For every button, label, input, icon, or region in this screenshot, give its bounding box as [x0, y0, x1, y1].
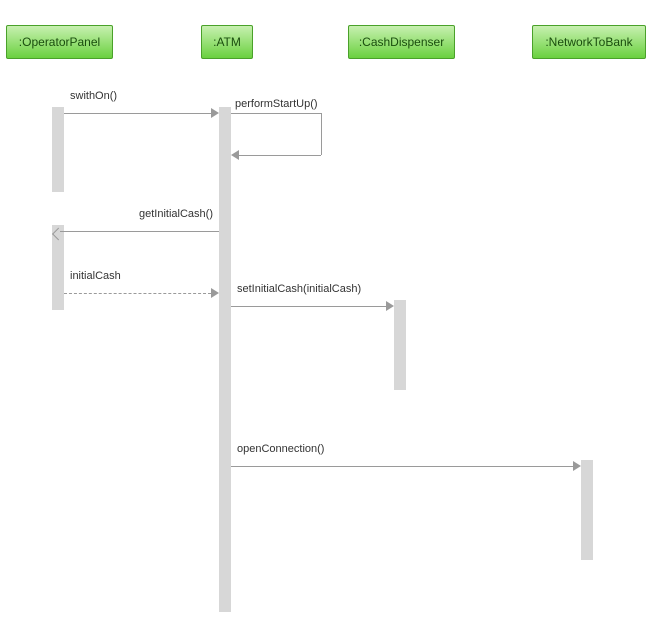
message-openconnection: openConnection() [231, 458, 581, 476]
arrow-right-icon [211, 288, 219, 298]
message-label: getInitialCash() [139, 208, 213, 220]
message-label: performStartUp() [235, 98, 318, 110]
message-line [64, 113, 211, 114]
lifeline-atm: :ATM [201, 25, 253, 59]
lifeline-cashdispenser: :CashDispenser [348, 25, 455, 59]
message-switchon: swithOn() [64, 105, 219, 123]
activation-networktobank [581, 460, 593, 560]
activation-operator-1 [52, 107, 64, 192]
lifeline-label: :OperatorPanel [19, 35, 100, 49]
message-setinitialcash: setInitialCash(initialCash) [231, 298, 394, 316]
lifeline-networktobank: :NetworkToBank [532, 25, 646, 59]
self-line-bottom [239, 155, 321, 156]
message-label: openConnection() [237, 443, 324, 455]
message-initialcash-return: initialCash [64, 285, 219, 303]
activation-atm-main [219, 107, 231, 612]
lifeline-label: :CashDispenser [359, 35, 444, 49]
message-label: setInitialCash(initialCash) [237, 283, 361, 295]
lifeline-operatorpanel: :OperatorPanel [6, 25, 113, 59]
self-line-top [231, 113, 321, 114]
message-line [231, 306, 386, 307]
self-line-right [321, 113, 322, 155]
message-line-dashed [64, 293, 211, 294]
arrow-right-icon [573, 461, 581, 471]
arrow-right-icon [386, 301, 394, 311]
message-line [60, 231, 219, 232]
message-line [231, 466, 573, 467]
lifeline-label: :NetworkToBank [545, 35, 632, 49]
arrow-right-icon [211, 108, 219, 118]
message-label: initialCash [70, 270, 121, 282]
message-label: swithOn() [70, 90, 117, 102]
arrow-left-icon [231, 150, 239, 160]
activation-cashdispenser [394, 300, 406, 390]
lifeline-label: :ATM [213, 35, 241, 49]
message-getinitialcash: getInitialCash() [52, 223, 219, 241]
arrow-left-open-icon [52, 228, 65, 241]
